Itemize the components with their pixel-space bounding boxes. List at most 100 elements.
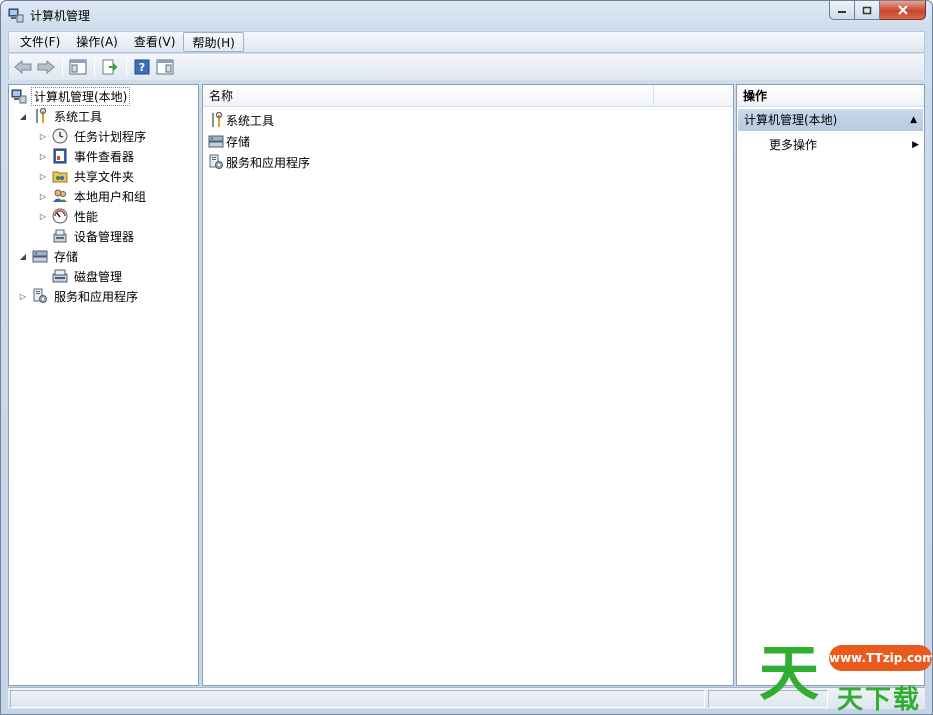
column-header-name[interactable]: 名称 xyxy=(203,85,654,107)
tree-item-services-applications[interactable]: ▷ 服务和应用程序 xyxy=(18,287,140,305)
back-arrow-icon xyxy=(14,60,32,74)
console-tree-icon xyxy=(69,59,87,75)
tree-item-label: 任务计划程序 xyxy=(74,129,147,144)
tree-item-local-users-groups[interactable]: ▷ 本地用户和组 xyxy=(38,187,148,205)
computer-management-icon xyxy=(11,88,27,104)
maximize-icon xyxy=(862,6,872,14)
tree-item-label: 性能 xyxy=(74,209,99,224)
expand-triangle-icon[interactable]: ▷ xyxy=(18,291,28,301)
more-actions-item[interactable]: 更多操作 ▶ xyxy=(769,135,919,155)
disk-icon xyxy=(52,268,68,284)
tree-item-label: 存储 xyxy=(54,249,79,264)
collapse-triangle-icon[interactable]: ◢ xyxy=(18,251,28,261)
more-actions-label: 更多操作 xyxy=(769,138,818,152)
actions-pane: 操作 计算机管理(本地) ▲ 更多操作 ▶ xyxy=(736,84,925,686)
tree-item-label: 系统工具 xyxy=(54,109,103,124)
tree-item-shared-folders[interactable]: ▷ 共享文件夹 xyxy=(38,167,136,185)
watermark-text: 天下载 xyxy=(837,685,922,715)
tree-item-label: 磁盘管理 xyxy=(74,269,123,284)
tree-item-label: 本地用户和组 xyxy=(74,189,147,204)
toolbar-separator xyxy=(62,57,63,77)
storage-icon xyxy=(32,248,48,264)
tree-item-storage[interactable]: ◢ 存储 xyxy=(18,247,80,265)
tree-item-label: 共享文件夹 xyxy=(74,169,135,184)
expand-triangle-icon[interactable]: ▷ xyxy=(38,211,48,221)
list-item[interactable]: 服务和应用程序 xyxy=(208,152,310,172)
forward-button[interactable] xyxy=(35,56,57,78)
services-icon xyxy=(208,154,224,170)
menu-view[interactable]: 查看(V) xyxy=(126,32,184,52)
expand-triangle-icon[interactable]: ▷ xyxy=(38,131,48,141)
computer-management-window: 计算机管理 文件(F) 操作(A) 查看(V) 帮助(H) ? 计算机管理(本地… xyxy=(0,0,933,715)
users-icon xyxy=(52,188,68,204)
list-item[interactable]: 存储 xyxy=(208,131,250,151)
close-button[interactable] xyxy=(880,1,926,20)
action-pane-icon xyxy=(156,59,174,75)
shared-folder-icon xyxy=(52,168,68,184)
export-list-icon xyxy=(102,59,118,75)
tree-item-performance[interactable]: ▷ 性能 xyxy=(38,207,100,225)
collapse-triangle-icon[interactable]: ◢ xyxy=(18,111,28,121)
tree-item-label: 计算机管理(本地) xyxy=(31,86,131,106)
caption-buttons xyxy=(829,1,926,20)
help-icon: ? xyxy=(134,59,150,75)
menu-help[interactable]: 帮助(H) xyxy=(183,32,244,52)
list-item-label: 系统工具 xyxy=(226,113,275,128)
expand-triangle-icon[interactable]: ▷ xyxy=(38,151,48,161)
tree-item-label: 设备管理器 xyxy=(74,229,135,244)
toolbar: ? xyxy=(8,54,925,80)
forward-arrow-icon xyxy=(37,60,55,74)
event-viewer-icon xyxy=(52,148,68,164)
system-tools-icon xyxy=(32,108,48,124)
show-hide-action-pane-button[interactable] xyxy=(154,56,176,78)
maximize-button[interactable] xyxy=(855,1,880,20)
performance-icon xyxy=(52,208,68,224)
menu-file[interactable]: 文件(F) xyxy=(12,32,68,52)
tree-item-computer-management[interactable]: 计算机管理(本地) xyxy=(11,86,131,106)
tree-item-event-viewer[interactable]: ▷ 事件查看器 xyxy=(38,147,136,165)
toolbar-separator xyxy=(126,57,127,77)
actions-section-label: 计算机管理(本地) xyxy=(744,113,838,127)
column-header-empty[interactable] xyxy=(654,85,733,107)
services-icon xyxy=(32,288,48,304)
watermark-url: www.TTzip.com xyxy=(829,645,932,671)
export-list-button[interactable] xyxy=(99,56,121,78)
watermark-logo: 天 www.TTzip.com 天下载 xyxy=(759,639,932,715)
tree-item-task-scheduler[interactable]: ▷ 任务计划程序 xyxy=(38,127,148,145)
list-header: 名称 xyxy=(203,85,733,107)
actions-header: 操作 xyxy=(737,85,924,107)
tree-item-system-tools[interactable]: ◢ 系统工具 xyxy=(18,107,104,125)
system-tools-icon xyxy=(208,112,224,128)
window-title: 计算机管理 xyxy=(30,9,91,23)
storage-icon xyxy=(208,133,224,149)
svg-text:?: ? xyxy=(139,61,145,74)
expand-triangle-icon[interactable]: ▷ xyxy=(38,191,48,201)
computer-management-icon xyxy=(8,7,24,23)
results-pane[interactable]: 名称 系统工具 存储 服务和应用程序 xyxy=(202,84,734,686)
tree-item-label: 服务和应用程序 xyxy=(54,289,139,304)
tree-item-label: 事件查看器 xyxy=(74,149,135,164)
console-tree-pane[interactable]: 计算机管理(本地) ◢ 系统工具 ▷ 任务计划程序 ▷ 事件查看器 ▷ 共享文件… xyxy=(8,84,199,686)
minimize-icon xyxy=(838,11,846,13)
minimize-button[interactable] xyxy=(829,1,855,20)
close-icon xyxy=(897,5,908,15)
help-button[interactable]: ? xyxy=(131,56,153,78)
chevron-right-icon: ▶ xyxy=(912,140,919,150)
status-segment xyxy=(10,690,705,708)
list-item-label: 服务和应用程序 xyxy=(226,155,311,170)
menu-action[interactable]: 操作(A) xyxy=(68,32,126,52)
back-button[interactable] xyxy=(12,56,34,78)
title-bar[interactable]: 计算机管理 xyxy=(1,1,932,29)
collapse-up-icon[interactable]: ▲ xyxy=(910,109,917,131)
menu-bar: 文件(F) 操作(A) 查看(V) 帮助(H) xyxy=(8,31,925,53)
list-item[interactable]: 系统工具 xyxy=(208,110,274,130)
tree-item-device-manager[interactable]: 设备管理器 xyxy=(48,227,136,245)
device-manager-icon xyxy=(52,228,68,244)
watermark-big-char: 天 xyxy=(759,639,819,709)
toolbar-separator xyxy=(94,57,95,77)
actions-section-computer-management[interactable]: 计算机管理(本地) ▲ xyxy=(738,109,923,131)
tree-item-disk-management[interactable]: 磁盘管理 xyxy=(48,267,124,285)
show-hide-console-tree-button[interactable] xyxy=(67,56,89,78)
list-item-label: 存储 xyxy=(226,134,251,149)
expand-triangle-icon[interactable]: ▷ xyxy=(38,171,48,181)
